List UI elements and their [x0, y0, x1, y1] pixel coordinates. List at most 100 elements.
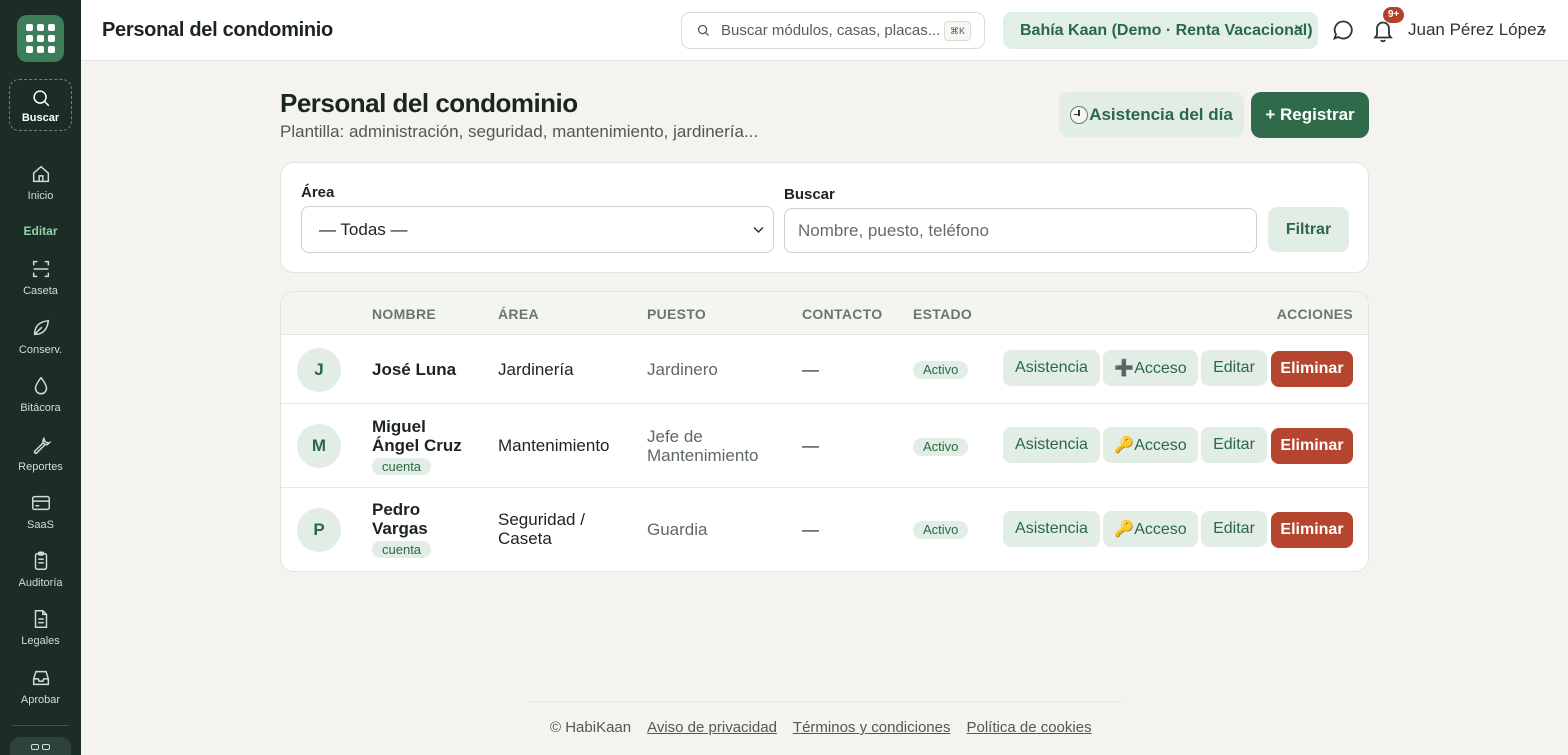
sidebar-item-conserv[interactable]: Conserv. [0, 317, 81, 356]
sidebar-item-label: Aprobar [20, 694, 61, 706]
notification-badge: 9+ [1383, 7, 1405, 23]
staff-name: José Luna [372, 360, 472, 379]
sidebar-item-label: Reportes [18, 461, 63, 473]
staff-contact: — [802, 520, 819, 539]
avatar: M [297, 424, 341, 468]
scan-icon [32, 260, 49, 278]
sidebar-divider [12, 725, 69, 726]
delete-button[interactable]: Eliminar [1271, 512, 1353, 548]
page-subtitle: Plantilla: administración, seguridad, ma… [280, 122, 759, 141]
sidebar-expand-button[interactable] [10, 737, 71, 755]
staff-table: NOMBRE ÁREA PUESTO CONTACTO ESTADO ACCIO… [280, 291, 1369, 572]
sidebar-search-label: Buscar [21, 111, 60, 124]
column-header-status: ESTADO [913, 306, 973, 322]
column-header-contact: CONTACTO [802, 306, 883, 322]
status-badge: Activo [913, 361, 969, 379]
area-select[interactable]: — Todas — [301, 206, 774, 253]
edit-button[interactable]: Editar [1201, 427, 1267, 463]
global-search[interactable]: ⌘K [681, 12, 985, 49]
chevron-down-icon [753, 226, 764, 234]
staff-search-label: Buscar [784, 186, 835, 203]
attendance-of-day-label: Asistencia del día [1089, 104, 1233, 124]
status-badge: Activo [913, 438, 969, 456]
table-row: J José Luna Jardinería Jardinero — Activ… [281, 335, 1368, 404]
clipboard-icon [34, 551, 47, 570]
access-button[interactable]: 🔑Acceso [1103, 427, 1198, 463]
sidebar-item-saas[interactable]: SaaS [0, 492, 81, 531]
sidebar-item-auditoria[interactable]: Auditoría [0, 550, 81, 589]
sidebar-item-label: Caseta [23, 285, 58, 297]
attendance-button[interactable]: Asistencia [1003, 350, 1100, 386]
sidebar-item-caseta[interactable]: Caseta [0, 258, 81, 297]
filter-card: Área — Todas — Buscar Filtrar [280, 162, 1369, 273]
sidebar-search[interactable]: Buscar [9, 79, 72, 131]
staff-name: Pedro Vargas cuenta [372, 500, 472, 558]
delete-button[interactable]: Eliminar [1271, 428, 1353, 464]
staff-name-text: José Luna [372, 360, 457, 379]
footer-copyright: © HabiKaan [550, 719, 632, 736]
staff-area: Mantenimiento [498, 436, 610, 455]
cookies-link[interactable]: Política de cookies [967, 719, 1092, 736]
column-header-area: ÁREA [498, 306, 539, 322]
access-button[interactable]: ➕Acceso [1103, 350, 1198, 386]
column-header-position: PUESTO [647, 306, 707, 322]
staff-name: Miguel Ángel Cruz cuenta [372, 417, 472, 475]
org-selector[interactable]: Bahía Kaan (Demo · Renta Vacacional) [1003, 12, 1318, 49]
avatar: P [297, 508, 341, 552]
search-icon [32, 89, 49, 106]
avatar: J [297, 348, 341, 392]
sidebar-item-label: Legales [21, 635, 60, 647]
sidebar-item-label: Inicio [27, 190, 54, 202]
panel-icon [42, 744, 50, 750]
edit-button[interactable]: Editar [1201, 350, 1267, 386]
account-tag: cuenta [372, 458, 432, 475]
staff-position: Jefe de Mantenimiento [647, 427, 759, 465]
caret-down-icon[interactable]: ▼ [1540, 27, 1548, 36]
table-header: NOMBRE ÁREA PUESTO CONTACTO ESTADO ACCIO… [281, 292, 1368, 335]
drop-icon [34, 376, 47, 395]
staff-search-input[interactable] [784, 208, 1257, 253]
sidebar-item-aprobar[interactable]: Aprobar [0, 667, 81, 706]
sidebar-item-label: Conserv. [18, 344, 63, 356]
global-search-input[interactable] [721, 22, 939, 39]
attendance-button[interactable]: Asistencia [1003, 427, 1100, 463]
chat-icon[interactable] [1331, 18, 1355, 42]
chevron-down-icon [1295, 24, 1303, 30]
delete-button[interactable]: Eliminar [1271, 351, 1353, 387]
staff-position: Guardia [647, 520, 708, 539]
staff-area: Jardinería [498, 360, 574, 379]
attendance-of-day-button[interactable]: Asistencia del día [1059, 92, 1244, 137]
status-badge: Activo [913, 521, 969, 539]
sidebar-section-editar: Editar [23, 224, 58, 238]
staff-position: Jardinero [647, 360, 718, 379]
edit-button[interactable]: Editar [1201, 511, 1267, 547]
search-icon [697, 24, 709, 36]
app-title: Personal del condominio [102, 19, 333, 41]
attendance-button[interactable]: Asistencia [1003, 511, 1100, 547]
sidebar-item-label: Bitácora [20, 402, 61, 414]
privacy-link[interactable]: Aviso de privacidad [647, 719, 777, 736]
register-button[interactable]: + Registrar [1251, 92, 1369, 138]
sidebar-item-reportes[interactable]: Reportes [0, 434, 81, 473]
access-button[interactable]: 🔑Acceso [1103, 511, 1198, 547]
search-shortcut-badge: ⌘K [943, 21, 971, 41]
sidebar-item-label: Auditoría [18, 577, 63, 589]
staff-name-text: Pedro Vargas [372, 500, 428, 538]
wrench-icon [33, 437, 52, 455]
footer-divider [528, 701, 1122, 702]
leaf-icon [33, 319, 49, 336]
area-label: Área [301, 184, 335, 201]
user-menu[interactable]: Juan Pérez López [1408, 20, 1545, 40]
staff-area: Seguridad / Caseta [498, 510, 585, 548]
clock-icon [1070, 105, 1089, 124]
inbox-icon [32, 670, 49, 686]
terms-link[interactable]: Términos y condiciones [793, 719, 951, 736]
app-grid-logo-icon[interactable] [17, 15, 64, 62]
sidebar-item-inicio[interactable]: Inicio [0, 163, 81, 202]
sidebar-item-legales[interactable]: Legales [0, 608, 81, 647]
topbar: Personal del condominio ⌘K Bahía Kaan (D… [81, 0, 1568, 61]
card-icon [31, 495, 50, 511]
filter-button[interactable]: Filtrar [1268, 207, 1349, 252]
sidebar-item-bitacora[interactable]: Bitácora [0, 375, 81, 414]
sidebar-item-label: SaaS [27, 519, 54, 531]
